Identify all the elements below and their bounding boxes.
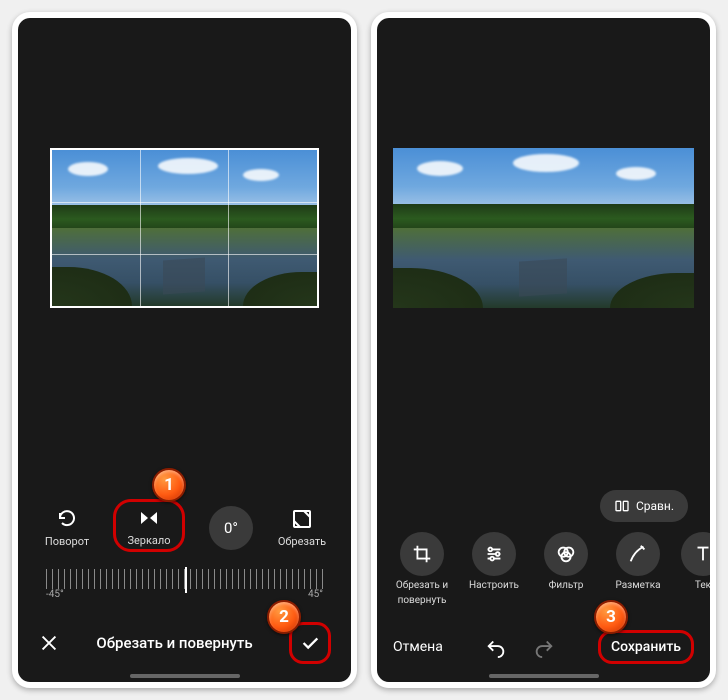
mirror-label: Зеркало [127, 534, 170, 547]
compare-button[interactable]: Сравн. [600, 490, 688, 522]
adjust-icon [483, 543, 505, 565]
filter-button[interactable]: Фильтр [533, 532, 599, 591]
phone-right: Сравн. Обрезать и повернуть [371, 12, 716, 688]
check-icon [299, 632, 321, 654]
cancel-button[interactable] [38, 632, 60, 654]
angle-value: 0° [209, 506, 253, 550]
mirror-icon [137, 506, 161, 530]
save-button[interactable]: Сохранить [598, 630, 694, 664]
ruler-track[interactable] [46, 569, 323, 589]
aspect-ratio-icon [290, 507, 314, 531]
crop-rotate-label-2: повернуть [398, 595, 447, 606]
crop-handle-bottom-left[interactable] [50, 288, 70, 308]
mirror-button[interactable]: Зеркало [113, 499, 185, 552]
crop-grid-line [52, 202, 317, 203]
bottom-bar: Отмена Сохранить [377, 630, 710, 664]
redo-icon [533, 636, 555, 658]
markup-icon [627, 543, 649, 565]
callout-3: 3 [594, 600, 628, 634]
crop-rotate-icon [411, 543, 433, 565]
callout-1: 1 [152, 468, 186, 502]
aspect-ratio-label: Обрезать [278, 535, 326, 548]
compare-icon [614, 498, 630, 514]
crop-canvas[interactable] [50, 148, 319, 308]
nav-handle[interactable] [489, 674, 599, 678]
angle-button[interactable]: 0° [206, 506, 256, 550]
image-preview[interactable] [393, 148, 694, 308]
undo-icon [485, 636, 507, 658]
phone-left: Поворот Зеркало 0° [12, 12, 357, 688]
adjust-label: Настроить [469, 580, 519, 591]
text-label: Тек [695, 580, 710, 591]
markup-button[interactable]: Разметка [605, 532, 671, 591]
crop-grid-line [228, 150, 229, 306]
crop-handle-top-left[interactable] [50, 148, 70, 168]
bottom-bar: Обрезать и повернуть [18, 622, 351, 664]
aspect-ratio-button[interactable]: Обрезать [277, 507, 327, 548]
editor-tool-row: Обрезать и повернуть Настроить [377, 532, 710, 606]
filter-icon [555, 543, 577, 565]
callout-2: 2 [267, 600, 301, 634]
crop-handle-top[interactable] [175, 148, 195, 150]
rotate-label: Поворот [45, 535, 89, 548]
crop-handle-top-right[interactable] [299, 148, 319, 168]
rotate-icon [55, 507, 79, 531]
crop-handle-bottom-right[interactable] [299, 288, 319, 308]
bottom-title: Обрезать и повернуть [60, 634, 289, 652]
text-button[interactable]: Тек [677, 532, 707, 591]
rotation-ruler[interactable]: -45° 45° [46, 566, 323, 600]
crop-tool-row: Поворот Зеркало 0° [18, 503, 351, 552]
cancel-button[interactable]: Отмена [393, 639, 443, 655]
crop-handle-bottom[interactable] [175, 306, 195, 308]
crop-grid-line [52, 254, 317, 255]
crop-handle-left[interactable] [50, 218, 52, 238]
redo-button[interactable] [533, 636, 555, 658]
crop-rotate-button[interactable]: Обрезать и повернуть [389, 532, 455, 606]
adjust-button[interactable]: Настроить [461, 532, 527, 591]
filter-label: Фильтр [549, 580, 584, 591]
ruler-min-label: -45° [46, 589, 64, 600]
compare-label: Сравн. [636, 499, 674, 513]
rotate-button[interactable]: Поворот [42, 507, 92, 548]
markup-label: Разметка [615, 580, 660, 591]
undo-button[interactable] [485, 636, 507, 658]
nav-handle[interactable] [130, 674, 240, 678]
image-preview [52, 150, 317, 306]
ruler-max-label: 45° [308, 589, 323, 600]
close-icon [38, 632, 60, 654]
crop-rotate-label-1: Обрезать и [396, 580, 448, 591]
crop-grid-line [140, 150, 141, 306]
text-icon [692, 543, 710, 565]
crop-handle-right[interactable] [317, 218, 319, 238]
